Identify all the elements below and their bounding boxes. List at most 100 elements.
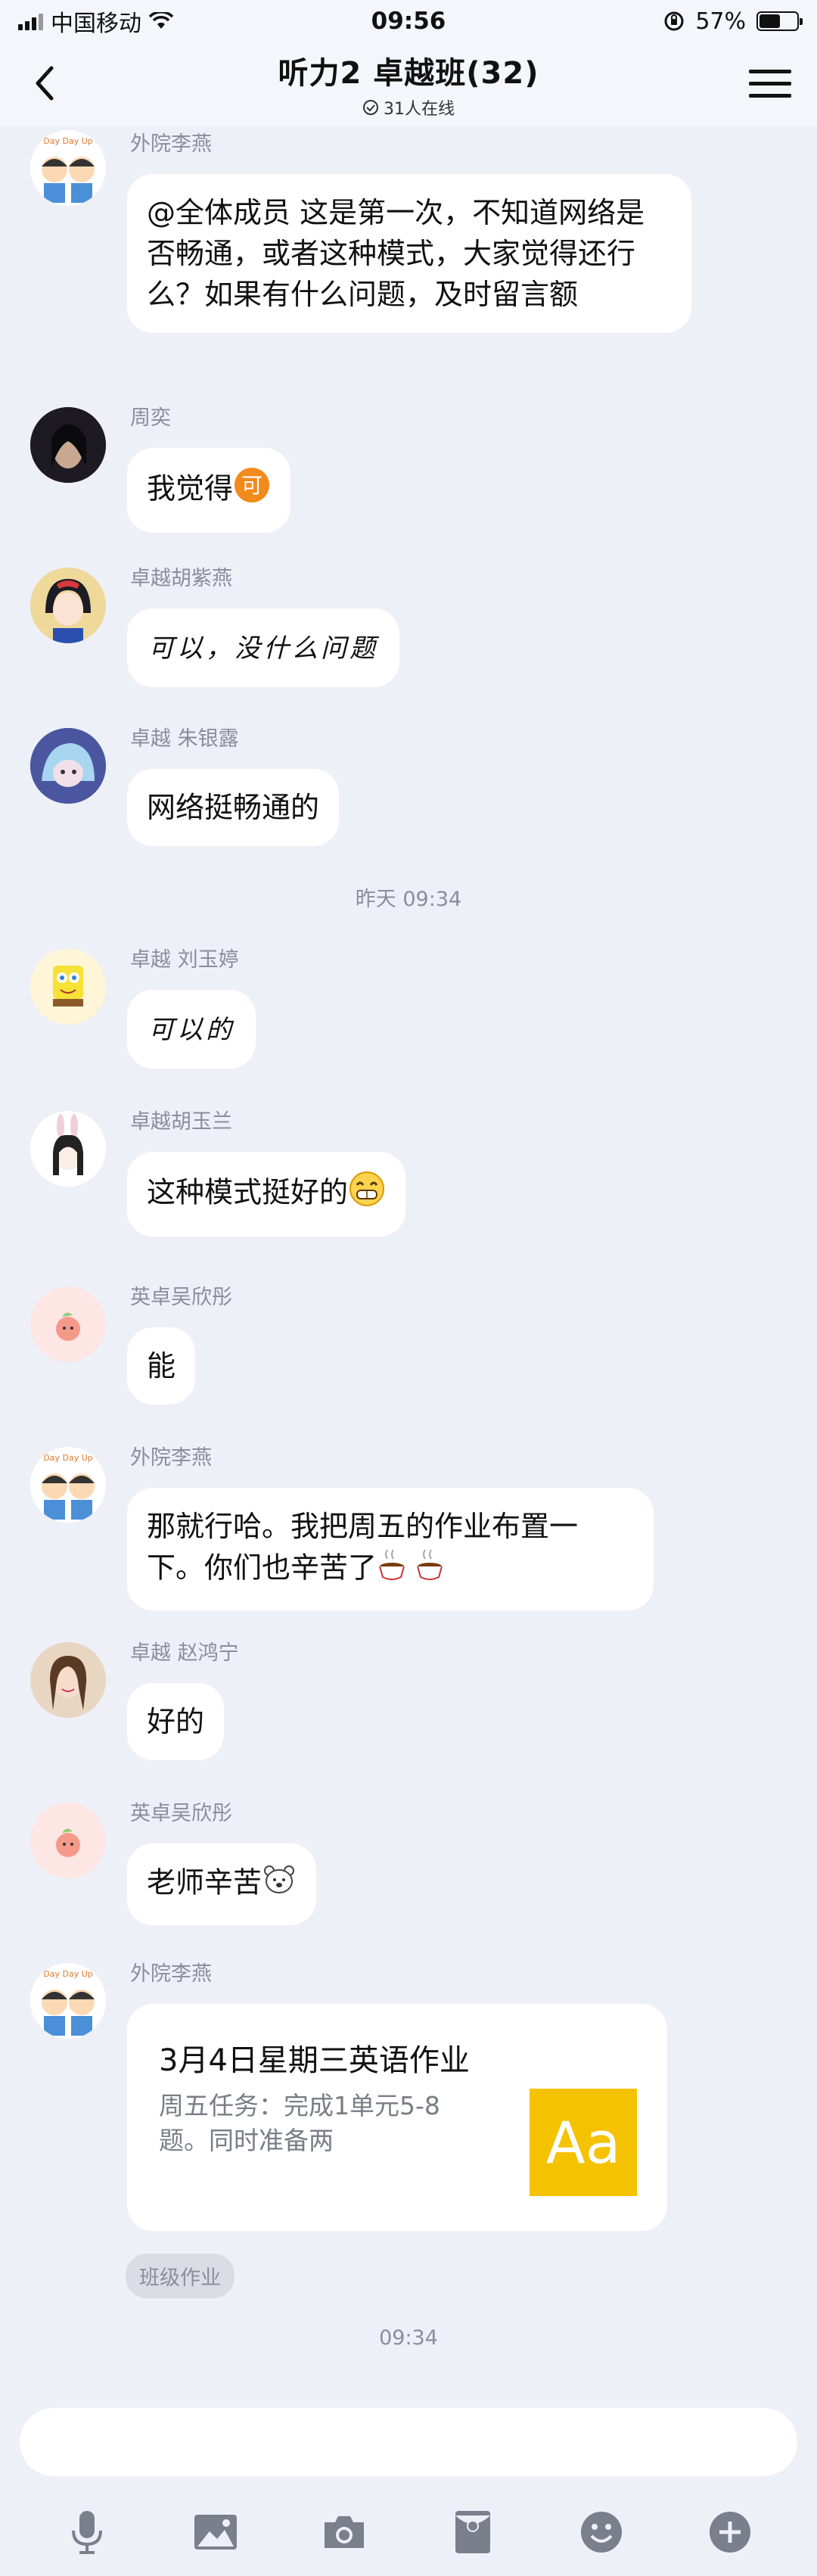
red-packet-icon: [455, 2511, 490, 2553]
camera-button[interactable]: [318, 2506, 371, 2559]
portrait-avatar-art: [30, 407, 106, 483]
daydayup-avatar-label: Day Day Up: [43, 1453, 92, 1463]
bunny-girl-avatar[interactable]: [30, 1111, 106, 1187]
message-bubble[interactable]: 可以的: [127, 990, 256, 1069]
message-text: 可以，没什么问题: [148, 633, 378, 664]
message-bubble[interactable]: 那就行哈。我把周五的作业布置一下。你们也辛苦了: [127, 1488, 654, 1610]
anime-avatar[interactable]: [30, 728, 106, 804]
sender-name: 英卓吴欣彤: [130, 1286, 232, 1309]
time-separator: 昨天 09:34: [355, 888, 462, 911]
spongebob-avatar-art: [30, 949, 106, 1025]
signal-icon: [18, 12, 43, 30]
menu-button[interactable]: [749, 62, 791, 104]
image-icon: [194, 2515, 237, 2550]
message-bubble[interactable]: 网络挺畅通的: [127, 769, 340, 846]
input-area: [0, 2388, 817, 2576]
snow-white-avatar[interactable]: [30, 568, 106, 643]
sender-name: 卓越 刘玉婷: [130, 948, 239, 972]
daydayup-avatar-art: Day Day Up: [30, 1963, 106, 2039]
portrait-avatar[interactable]: [30, 407, 106, 483]
message-text: 我觉得: [147, 471, 234, 506]
coffee-emoji-icon: [377, 1547, 452, 1592]
message-text: 这种模式挺好的: [147, 1175, 349, 1209]
group-title: 听力2 卓越班(32): [278, 56, 539, 91]
homework-card[interactable]: 3月4日星期三英语作业 周五任务：完成1单元5-8题。同时准备两 Aa: [127, 2004, 667, 2231]
message-input[interactable]: [20, 2408, 797, 2476]
message-bubble[interactable]: 好的: [127, 1683, 225, 1760]
homework-desc: 周五任务：完成1单元5-8题。同时准备两: [159, 2091, 440, 2155]
message-list[interactable]: Day Day Up 外院李燕 @全体成员 这是第一次，不知道网络是否畅通，或者…: [0, 126, 817, 2388]
orientation-lock-icon: [664, 11, 684, 31]
sender-name: 周奕: [130, 406, 171, 430]
daydayup-avatar[interactable]: Day Day Up: [30, 1447, 106, 1523]
photo-avatar[interactable]: [30, 1642, 106, 1718]
smiley-icon: [581, 2512, 622, 2553]
menu-icon-line: [749, 81, 791, 86]
ke-emoji-icon: 可: [233, 466, 271, 515]
peach-avatar[interactable]: [30, 1286, 106, 1362]
sender-name: 卓越 赵鸿宁: [130, 1641, 239, 1665]
online-check-icon: [362, 100, 378, 115]
online-count: 31人在线: [278, 95, 539, 120]
svg-text:可: 可: [241, 473, 262, 498]
message-bubble[interactable]: 可以，没什么问题: [127, 608, 399, 687]
peach-avatar[interactable]: [30, 1803, 106, 1878]
message-bubble[interactable]: 我觉得可: [127, 448, 291, 533]
homework-tag[interactable]: 班级作业: [126, 2254, 235, 2298]
message-bubble[interactable]: 老师辛苦: [127, 1843, 317, 1925]
back-button[interactable]: [26, 61, 64, 106]
peach-avatar-art: [30, 1803, 106, 1878]
carrier-label: 中国移动: [51, 11, 141, 37]
battery-fill: [760, 14, 781, 28]
daydayup-avatar-art: Day Day Up: [30, 1447, 106, 1523]
battery-icon: [756, 11, 803, 31]
peach-avatar-art: [30, 1286, 106, 1362]
message-bubble[interactable]: @全体成员 这是第一次，不知道网络是否畅通，或者这种模式，大家觉得还行么？如果有…: [127, 174, 691, 333]
online-count-label: 31人在线: [383, 100, 455, 119]
daydayup-avatar[interactable]: Day Day Up: [30, 1963, 106, 2039]
sender-name: 卓越胡紫燕: [130, 567, 232, 590]
emoji-button[interactable]: [575, 2506, 628, 2559]
chevron-left-icon: [36, 66, 54, 101]
homework-aa-icon: Aa: [530, 2089, 637, 2196]
sender-name: 卓越 朱银露: [130, 727, 239, 751]
camera-icon: [325, 2516, 364, 2548]
snow-white-avatar-art: [30, 568, 106, 643]
daydayup-avatar-label: Day Day Up: [43, 136, 92, 146]
anime-avatar-art: [30, 728, 106, 804]
photo-avatar-art: [30, 1642, 106, 1718]
plus-icon: [710, 2512, 750, 2553]
grin-emoji-icon: [348, 1170, 386, 1218]
bear-emoji-icon: [262, 1862, 297, 1907]
sender-name: 外院李燕: [130, 1446, 212, 1470]
sender-name: 卓越胡玉兰: [130, 1110, 232, 1134]
menu-icon-line: [749, 93, 791, 98]
status-bar: 中国移动 09:56 57%: [0, 0, 817, 42]
header-center: 听力2 卓越班(32) 31人在线: [278, 48, 539, 120]
time-separator: 09:34: [379, 2326, 438, 2350]
message-bubble[interactable]: 这种模式挺好的: [127, 1152, 406, 1237]
spongebob-avatar[interactable]: [30, 949, 106, 1025]
voice-button[interactable]: [61, 2506, 113, 2559]
sender-name: 外院李燕: [130, 132, 212, 156]
sender-name: 外院李燕: [130, 1962, 212, 1986]
chat-header: 听力2 卓越班(32) 31人在线: [0, 42, 817, 126]
input-toolbar: [0, 2502, 817, 2562]
bunny-girl-avatar-art: [30, 1111, 106, 1187]
status-left: 中国移动: [18, 5, 663, 38]
menu-icon-line: [749, 69, 791, 73]
daydayup-avatar-label: Day Day Up: [43, 1969, 92, 1979]
battery-percent: 57%: [695, 8, 746, 35]
message-text: 老师辛苦: [147, 1865, 262, 1899]
status-right: 57%: [663, 8, 803, 35]
message-text: 那就行哈。我把周五的作业布置一下。你们也辛苦了: [147, 1510, 579, 1585]
daydayup-avatar[interactable]: Day Day Up: [30, 130, 106, 206]
wifi-icon: [149, 12, 173, 29]
homework-title: 3月4日星期三英语作业: [159, 2043, 470, 2078]
more-button[interactable]: [704, 2506, 756, 2559]
message-bubble[interactable]: 能: [127, 1327, 196, 1405]
image-button[interactable]: [189, 2506, 242, 2559]
daydayup-avatar-art: Day Day Up: [30, 130, 106, 206]
microphone-icon: [72, 2511, 102, 2554]
red-packet-button[interactable]: [446, 2506, 499, 2559]
